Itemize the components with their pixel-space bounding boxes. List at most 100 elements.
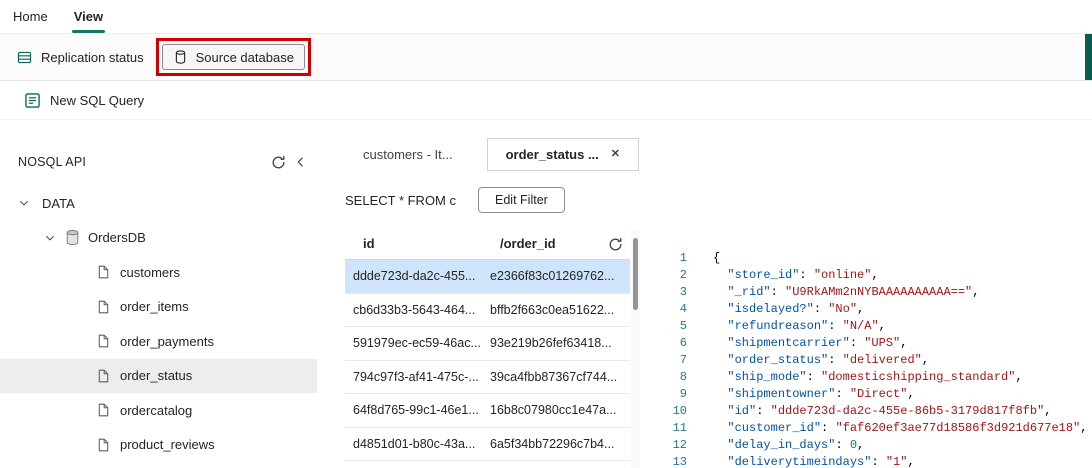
file-icon — [96, 299, 111, 315]
table-cell: 64f8d765-99c1-46e1... — [353, 403, 479, 418]
tab-label: customers - It... — [363, 147, 453, 162]
database-icon — [64, 229, 81, 246]
json-line-content: "deliverytimeindays": "1", — [727, 455, 915, 468]
close-icon[interactable]: ✕ — [611, 149, 620, 160]
table-cell: 16b8c07980cc1e47a... — [490, 403, 617, 418]
json-line: 9 "shipmentowner": "Direct", — [648, 386, 1092, 403]
tree-item-order-items[interactable]: order_items — [0, 290, 317, 325]
tree-item-order-status[interactable]: order_status — [0, 358, 317, 393]
line-number: 3 — [679, 285, 687, 299]
ribbon-toolbar: Replication status Source database — [0, 34, 1092, 81]
line-number: 5 — [679, 319, 687, 333]
replication-status-label: Replication status — [41, 49, 144, 65]
scrollbar[interactable] — [631, 230, 640, 468]
sidebar-title: NOSQL API — [18, 155, 87, 169]
menu-item-view[interactable]: View — [71, 0, 106, 33]
table-row[interactable]: cb6d33b3-5643-464... bffb2f663c0ea51622..… — [345, 294, 630, 327]
tree-item-customers[interactable]: customers — [0, 255, 317, 290]
table-cell: e2366f83c01269762... — [490, 269, 615, 284]
json-line-content: "_rid": "U9RkAMm2nNYBAAAAAAAAAA==", — [727, 285, 980, 299]
file-icon — [96, 264, 111, 280]
source-database-label: Source database — [195, 49, 294, 65]
replication-status-button[interactable]: Replication status — [6, 34, 154, 80]
new-sql-query-button[interactable]: New SQL Query — [0, 82, 1092, 120]
json-line-content: "isdelayed?": "No", — [727, 302, 865, 316]
collapse-panel-icon[interactable] — [289, 152, 311, 172]
toolbar-edge-accent — [1085, 34, 1092, 80]
table-cell: d4851d01-b80c-43a... — [353, 436, 476, 451]
tree-item-label: OrdersDB — [88, 230, 146, 246]
json-line-content: "refundreason": "N/A", — [727, 319, 886, 333]
database-icon — [173, 49, 188, 65]
column-header-order-id[interactable]: /order_id — [482, 236, 592, 251]
table-body: ddde723d-da2c-455... e2366f83c01269762...… — [345, 260, 630, 468]
line-number: 2 — [679, 268, 687, 282]
column-header-id[interactable]: id — [345, 236, 482, 251]
tree-item-data[interactable]: DATA — [0, 186, 317, 221]
refresh-icon[interactable] — [604, 234, 626, 254]
table-cell: 93e219b26fef63418... — [490, 336, 612, 351]
tab-label: order_status ... — [505, 147, 599, 162]
results-table: id /order_id ddde723d-da2c-455... e2366f8… — [345, 228, 630, 468]
json-line-content: "customer_id": "faf620ef3ae77d18586f3d92… — [727, 421, 1088, 435]
sidebar-header: NOSQL API — [18, 152, 311, 172]
line-number: 11 — [672, 421, 687, 435]
table-cell: bffb2f663c0ea51622... — [490, 302, 615, 317]
menu-bar: Home View — [0, 0, 1092, 34]
new-sql-query-icon — [24, 92, 41, 109]
json-line: 6 "shipmentcarrier": "UPS", — [648, 335, 1092, 352]
file-icon — [96, 437, 111, 453]
line-number: 12 — [672, 438, 687, 452]
tree-item-ordercatalog[interactable]: ordercatalog — [0, 393, 317, 428]
table-row[interactable]: 64f8d765-99c1-46e1... 16b8c07980cc1e47a..… — [345, 394, 630, 428]
refresh-icon[interactable] — [267, 152, 289, 172]
tree-item-product-reviews[interactable]: product_reviews — [0, 428, 317, 463]
table-row[interactable]: 591979ec-ec59-46ac... 93e219b26fef63418..… — [345, 327, 630, 361]
json-line-content: "id": "ddde723d-da2c-455e-86b5-3179d817f… — [727, 404, 1052, 418]
scrollbar-thumb[interactable] — [633, 238, 638, 310]
new-sql-query-label: New SQL Query — [50, 93, 145, 108]
line-number: 1 — [679, 251, 687, 265]
json-line-content: "order_status": "delivered", — [727, 353, 930, 367]
json-line-content: "ship_mode": "domesticshipping_standard"… — [727, 370, 1023, 384]
json-line: 3 "_rid": "U9RkAMm2nNYBAAAAAAAAAA==", — [648, 284, 1092, 301]
tree-item-label: DATA — [42, 195, 75, 211]
json-line: 7 "order_status": "delivered", — [648, 352, 1092, 369]
tab-strip: customers - It... order_status ... ✕ — [317, 138, 639, 171]
database-tree: DATA OrdersDB customers order_items order_… — [0, 186, 317, 462]
menu-item-label: Home — [13, 9, 48, 24]
json-line-content: "delay_in_days": 0, — [727, 438, 865, 452]
file-icon — [96, 402, 111, 418]
table-cell: 39ca4fbb87367cf744... — [490, 369, 618, 384]
tree-item-label: ordercatalog — [120, 402, 193, 418]
tree-item-ordersdb[interactable]: OrdersDB — [0, 221, 317, 256]
table-cell: 794c97f3-af41-475c-... — [353, 369, 479, 384]
tab-order-status[interactable]: order_status ... ✕ — [486, 138, 639, 171]
source-database-button[interactable]: Source database — [161, 44, 305, 70]
file-icon — [96, 368, 111, 384]
json-line-content: { — [713, 251, 721, 265]
chevron-down-icon[interactable] — [42, 230, 58, 246]
table-row[interactable]: d4851d01-b80c-43a... 6a5f34bb72296c7b4... — [345, 428, 630, 461]
line-number: 13 — [672, 455, 687, 468]
tree-item-label: order_payments — [120, 333, 214, 349]
line-number: 7 — [679, 353, 687, 367]
json-line: 1{ — [648, 250, 1092, 267]
menu-item-home[interactable]: Home — [11, 0, 50, 33]
line-number: 6 — [679, 336, 687, 350]
line-number: 10 — [672, 404, 687, 418]
edit-filter-button[interactable]: Edit Filter — [478, 187, 565, 213]
json-line: 12 "delay_in_days": 0, — [648, 437, 1092, 454]
tab-customers-it[interactable]: customers - It... — [345, 138, 471, 171]
chevron-down-icon[interactable] — [16, 195, 32, 211]
json-line: 11 "customer_id": "faf620ef3ae77d18586f3… — [648, 420, 1092, 437]
table-row[interactable]: 1313fb3fb4769...10b1838443f9f44f... — [345, 461, 630, 468]
json-line: 8 "ship_mode": "domesticshipping_standar… — [648, 369, 1092, 386]
table-cell: 591979ec-ec59-46ac... — [353, 336, 481, 351]
table-row[interactable]: 794c97f3-af41-475c-... 39ca4fbb87367cf744… — [345, 361, 630, 394]
table-header: id /order_id — [345, 228, 630, 260]
json-line: 2 "store_id": "online", — [648, 267, 1092, 284]
table-row[interactable]: ddde723d-da2c-455... e2366f83c01269762... — [345, 260, 630, 294]
json-line-content: "store_id": "online", — [727, 268, 879, 282]
tree-item-order-payments[interactable]: order_payments — [0, 324, 317, 359]
